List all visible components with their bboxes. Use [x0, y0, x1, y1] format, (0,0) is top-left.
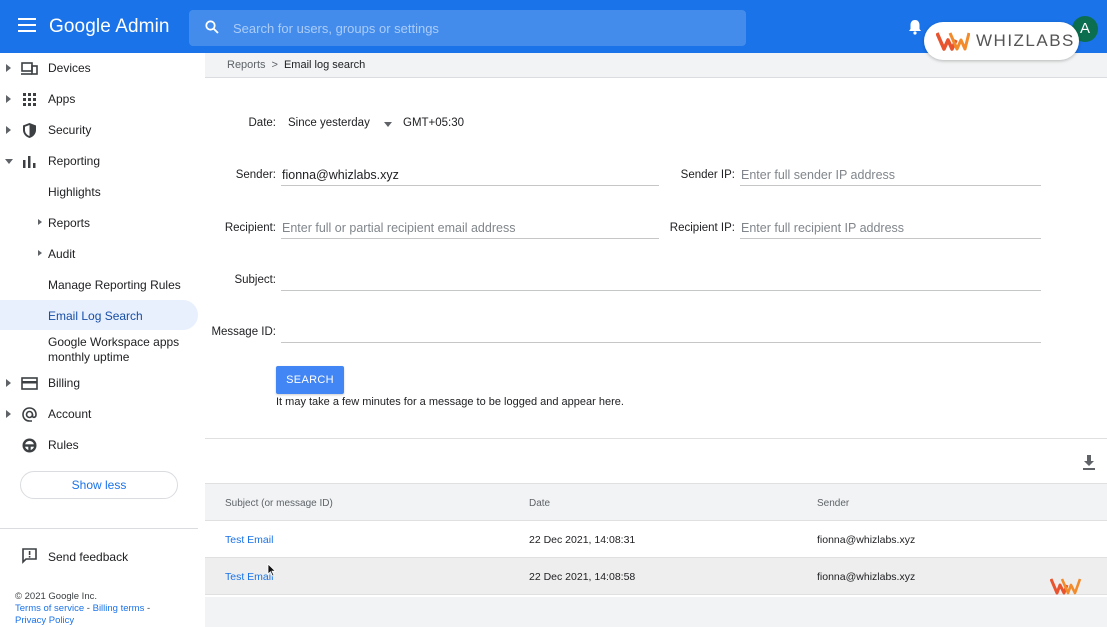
row-subject-link[interactable]: Test Email: [225, 534, 273, 546]
sidebar-item-apps[interactable]: Apps: [0, 85, 198, 113]
expand-caret-icon[interactable]: [38, 219, 42, 225]
notifications-bell-icon[interactable]: [906, 18, 924, 36]
devices-icon: [21, 61, 38, 75]
dropdown-arrow-icon[interactable]: [384, 122, 392, 127]
whizlabs-logo-icon: [936, 32, 970, 51]
column-header-date[interactable]: Date: [529, 498, 550, 509]
sidebar-item-billing[interactable]: Billing: [0, 369, 198, 397]
apps-grid-icon: [23, 92, 36, 106]
sidebar-divider: [0, 528, 198, 529]
sender-ip-input[interactable]: [740, 164, 1041, 186]
expand-caret-icon[interactable]: [6, 95, 11, 103]
breadcrumb-current: Email log search: [283, 59, 366, 71]
sidebar-item-label: Billing: [48, 376, 81, 390]
sender-ip-label: Sender IP:: [680, 169, 735, 181]
recipient-label: Recipient:: [224, 222, 276, 234]
copyright-text: © 2021 Google Inc.: [15, 591, 97, 602]
collapse-caret-icon[interactable]: [5, 158, 13, 164]
sidebar-subitem-highlights[interactable]: Highlights: [48, 185, 101, 199]
row-date: 22 Dec 2021, 14:08:31: [529, 534, 636, 546]
table-row[interactable]: Test Email 22 Dec 2021, 14:08:31 fionna@…: [205, 521, 1107, 558]
sender-input[interactable]: [281, 164, 659, 186]
sidebar-item-account[interactable]: Account: [0, 400, 198, 428]
sidebar-nav: Devices Apps Security Reporting Highligh…: [0, 53, 205, 627]
subject-label: Subject:: [234, 274, 276, 286]
breadcrumb-separator: >: [271, 59, 278, 71]
recipient-ip-label: Recipient IP:: [669, 222, 735, 234]
whizlabs-watermark-badge: WHIZLABS: [924, 22, 1079, 60]
breadcrumb-reports-link[interactable]: Reports: [227, 59, 266, 71]
search-input[interactable]: [233, 18, 733, 38]
expand-caret-icon[interactable]: [6, 126, 11, 134]
date-label: Date:: [248, 117, 277, 129]
app-title[interactable]: Google Admin: [49, 16, 170, 38]
subject-input[interactable]: [281, 269, 1041, 291]
sidebar-subitem-reports[interactable]: Reports: [48, 216, 90, 230]
steering-icon: [22, 438, 37, 452]
show-less-button[interactable]: Show less: [20, 471, 178, 499]
sender-label: Sender:: [235, 169, 276, 181]
mouse-cursor-icon: [267, 563, 277, 577]
feedback-icon: [22, 548, 37, 564]
row-sender: fionna@whizlabs.xyz: [817, 534, 916, 546]
sidebar-item-label: Rules: [48, 438, 79, 452]
search-icon: [205, 20, 219, 34]
privacy-policy-link[interactable]: Privacy Policy: [15, 615, 74, 626]
sidebar-subitem-manage-reporting-rules[interactable]: Manage Reporting Rules: [48, 278, 181, 292]
credit-card-icon: [21, 376, 38, 390]
table-row[interactable]: Test Email 22 Dec 2021, 14:08:58 fionna@…: [205, 558, 1107, 595]
row-sender: fionna@whizlabs.xyz: [817, 571, 916, 583]
logging-delay-note: It may take a few minutes for a message …: [276, 396, 624, 408]
bar-chart-icon: [23, 155, 36, 168]
shield-icon: [23, 122, 36, 138]
sidebar-subitem-monthly-uptime[interactable]: Google Workspace apps monthly uptime: [48, 335, 179, 365]
column-header-subject[interactable]: Subject (or message ID): [225, 498, 333, 509]
recipient-input[interactable]: [281, 217, 659, 239]
recipient-ip-input[interactable]: [740, 217, 1041, 239]
sidebar-item-devices[interactable]: Devices: [0, 54, 198, 82]
expand-caret-icon[interactable]: [6, 379, 11, 387]
footer-separator: -: [84, 603, 93, 614]
column-header-sender[interactable]: Sender: [817, 498, 849, 509]
message-id-label: Message ID:: [211, 326, 276, 338]
uptime-label-line1: Google Workspace apps: [48, 335, 180, 349]
expand-caret-icon[interactable]: [6, 410, 11, 418]
breadcrumb: Reports > Email log search: [227, 59, 365, 71]
search-button[interactable]: SEARCH: [276, 366, 344, 394]
sidebar-footer: © 2021 Google Inc. Terms of service - Bi…: [15, 591, 150, 627]
uptime-label-line2: monthly uptime: [48, 350, 130, 364]
sidebar-item-reporting[interactable]: Reporting: [0, 147, 198, 175]
message-id-input[interactable]: [281, 321, 1041, 343]
row-date: 22 Dec 2021, 14:08:58: [529, 571, 636, 583]
sidebar-item-label: Apps: [48, 92, 76, 106]
hamburger-menu-icon[interactable]: [18, 18, 36, 32]
download-icon[interactable]: [1082, 454, 1096, 470]
results-table: Subject (or message ID) Date Sender Test…: [205, 438, 1107, 597]
expand-caret-icon[interactable]: [38, 250, 42, 256]
search-bar[interactable]: [189, 10, 746, 46]
expand-caret-icon[interactable]: [6, 64, 11, 72]
sidebar-item-security[interactable]: Security: [0, 116, 198, 144]
timezone-label: GMT+05:30: [403, 117, 465, 129]
whizlabs-corner-logo-icon: [1050, 578, 1082, 595]
sidebar-subitem-audit[interactable]: Audit: [48, 247, 75, 261]
at-sign-icon: [22, 406, 37, 422]
terms-of-service-link[interactable]: Terms of service: [15, 603, 84, 614]
send-feedback-link[interactable]: Send feedback: [0, 545, 198, 567]
table-header-row: Subject (or message ID) Date Sender: [205, 483, 1107, 521]
sidebar-item-rules[interactable]: Rules: [0, 431, 198, 459]
sidebar-item-label: Reporting: [48, 154, 101, 168]
sidebar-item-label: Account: [48, 407, 92, 421]
sidebar-item-label: Devices: [48, 61, 91, 75]
footer-separator: -: [144, 603, 151, 614]
sidebar-subitem-email-log-search[interactable]: Email Log Search: [48, 309, 143, 323]
date-dropdown[interactable]: Since yesterday: [288, 117, 370, 129]
sidebar-item-label: Security: [48, 123, 92, 137]
send-feedback-label: Send feedback: [48, 550, 129, 564]
billing-terms-link[interactable]: Billing terms: [93, 603, 145, 614]
whizlabs-logo-text: WHIZLABS: [976, 31, 1075, 50]
